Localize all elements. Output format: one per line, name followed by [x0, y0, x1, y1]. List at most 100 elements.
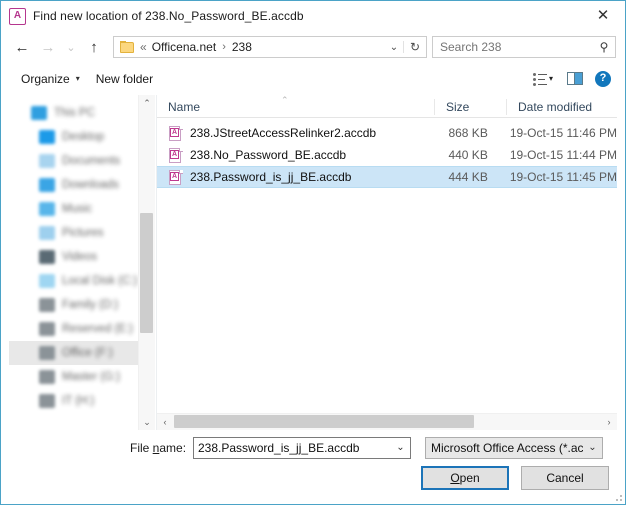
file-list-horizontal-scrollbar[interactable]: ‹ ›: [157, 413, 617, 430]
dialog-footer: File name: ⌄ Microsoft Office Access (*.…: [1, 430, 625, 504]
sidebar-item-label: Master (G:): [62, 371, 121, 383]
table-row[interactable]: A 238.JStreetAccessRelinker2.accdb 868 KB 1…: [157, 122, 617, 144]
file-name-text: 238.No_Password_BE.accdb: [190, 148, 347, 162]
open-label-accel: O: [450, 471, 460, 485]
file-type-filter-value: Microsoft Office Access (*.accd: [431, 440, 583, 455]
toolbar: Organize ▾ New folder ▾ ?: [1, 63, 625, 94]
file-type-chevron-down-icon[interactable]: ⌄: [583, 442, 602, 453]
table-row[interactable]: A 238.No_Password_BE.accdb 440 KB 19-Oct-15…: [157, 144, 617, 166]
file-date-cell: 19-Oct-15 11:44 PM: [509, 148, 617, 162]
file-name-text: 238.JStreetAccessRelinker2.accdb: [190, 126, 377, 140]
file-name-cell: A 238.JStreetAccessRelinker2.accdb: [157, 125, 427, 141]
cancel-button[interactable]: Cancel: [521, 466, 609, 490]
sidebar-item-pictures[interactable]: Pictures: [9, 221, 138, 245]
sidebar-item-reserved-e[interactable]: Reserved (E:): [9, 317, 138, 341]
close-icon[interactable]: ✕: [581, 1, 625, 30]
navigation-tree: This PC Desktop Documents Downloads Music Pic…: [9, 95, 138, 430]
file-name-cell: A 238.Password_is_jj_BE.accdb: [157, 169, 427, 185]
sidebar-item-documents[interactable]: Documents: [9, 149, 138, 173]
file-name-combo[interactable]: ⌄: [193, 436, 411, 459]
hscrollbar-thumb[interactable]: [174, 415, 474, 428]
address-bar[interactable]: « Officena.net › 238 ⌄ ↻: [113, 36, 427, 58]
sidebar-item-label: Office (F:): [62, 347, 113, 359]
table-row[interactable]: A 238.Password_is_jj_BE.accdb 444 KB 19-Oct…: [157, 166, 617, 188]
help-button[interactable]: ?: [589, 68, 617, 90]
breadcrumb: « Officena.net › 238: [140, 39, 385, 55]
sidebar-item-label: Videos: [62, 251, 97, 263]
sidebar-item-desktop[interactable]: Desktop: [9, 125, 138, 149]
access-icon-letter: A: [9, 7, 26, 25]
column-header-name[interactable]: Name: [157, 99, 435, 115]
file-type-filter-combo[interactable]: Microsoft Office Access (*.accd ⌄: [425, 436, 603, 459]
refresh-icon[interactable]: ↻: [403, 41, 426, 53]
forward-button[interactable]: →: [35, 34, 61, 60]
address-dropdown-icon[interactable]: ⌄: [385, 42, 403, 53]
file-name-text: 238.Password_is_jj_BE.accdb: [190, 170, 352, 184]
file-name-input[interactable]: [194, 439, 391, 456]
drive-icon: [39, 322, 55, 336]
sidebar-item-label: Music: [62, 203, 93, 215]
recent-locations-button[interactable]: ⌄: [61, 34, 81, 60]
sidebar-item-local-disk-c[interactable]: Local Disk (C:): [9, 269, 138, 293]
sidebar-item-music[interactable]: Music: [9, 197, 138, 221]
drive-icon: [39, 346, 55, 360]
sidebar-item-it-h[interactable]: IT (H:): [9, 389, 138, 413]
file-name-cell: A 238.No_Password_BE.accdb: [157, 147, 427, 163]
up-button[interactable]: ↑: [81, 34, 107, 60]
resize-grip[interactable]: [612, 491, 622, 501]
column-header-date[interactable]: Date modified: [507, 99, 617, 115]
scroll-up-icon[interactable]: ⌃: [139, 95, 155, 111]
scroll-right-icon[interactable]: ›: [601, 414, 617, 430]
file-name-label-pre: File: [130, 440, 153, 455]
scroll-down-icon[interactable]: ⌄: [139, 414, 155, 430]
search-box[interactable]: ⚲: [432, 36, 616, 58]
sidebar-item-label: Documents: [62, 155, 121, 167]
sidebar-item-family-d[interactable]: Family (D:): [9, 293, 138, 317]
preview-pane-button[interactable]: [561, 68, 589, 90]
breadcrumb-overflow[interactable]: «: [140, 40, 151, 54]
breadcrumb-separator: ›: [222, 41, 226, 53]
sidebar-item-label: Local Disk (C:): [62, 275, 138, 287]
file-size-cell: 868 KB: [448, 126, 488, 140]
file-name-chevron-down-icon[interactable]: ⌄: [391, 442, 410, 453]
sidebar-item-label: Reserved (E:): [62, 323, 133, 335]
local-disk-icon: [39, 274, 55, 288]
back-button[interactable]: ←: [9, 34, 35, 60]
access-file-icon: A: [169, 125, 183, 141]
organize-button[interactable]: Organize ▾: [13, 68, 88, 90]
folder-icon: [120, 40, 135, 54]
new-folder-button[interactable]: New folder: [88, 68, 161, 90]
chevron-down-icon: ▾: [75, 74, 80, 83]
toolbar-right-group: ▾ ?: [527, 68, 617, 90]
column-header-size[interactable]: Size: [435, 99, 507, 115]
sidebar-item-videos[interactable]: Videos: [9, 245, 138, 269]
sidebar-item-office-f[interactable]: Office (F:): [9, 341, 138, 365]
scrollbar-thumb[interactable]: [140, 213, 153, 333]
open-label-post: pen: [459, 471, 480, 485]
scroll-left-icon[interactable]: ‹: [157, 414, 173, 430]
window-title: Find new location of 238.No_Password_BE.…: [33, 9, 304, 23]
open-button[interactable]: Open: [421, 466, 509, 490]
file-name-label-post: ame:: [159, 440, 187, 455]
view-options-icon: [533, 72, 548, 86]
file-date-cell: 19-Oct-15 11:46 PM: [509, 126, 617, 140]
file-name-row: File name: ⌄ Microsoft Office Access (*.…: [1, 436, 625, 459]
navigation-pane: This PC Desktop Documents Downloads Music Pic…: [9, 95, 155, 430]
navigation-pane-scrollbar[interactable]: ⌃ ⌄: [138, 95, 155, 430]
sidebar-item-label: This PC: [54, 107, 95, 119]
sidebar-item-master-g[interactable]: Master (G:): [9, 365, 138, 389]
view-options-chevron-down-icon[interactable]: ▾: [549, 74, 553, 83]
search-input[interactable]: [433, 40, 593, 54]
drive-icon: [39, 298, 55, 312]
sidebar-item-label: Pictures: [62, 227, 104, 239]
file-open-dialog: A Find new location of 238.No_Password_B…: [0, 0, 626, 505]
preview-pane-icon: [567, 72, 583, 85]
column-headers: Name Size Date modified: [157, 95, 617, 118]
breadcrumb-item-0[interactable]: Officena.net: [151, 39, 218, 55]
dialog-buttons: Open Cancel: [1, 466, 625, 492]
sidebar-item-downloads[interactable]: Downloads: [9, 173, 138, 197]
breadcrumb-item-1[interactable]: 238: [231, 39, 253, 55]
access-file-icon: A: [169, 147, 183, 163]
desktop-icon: [39, 130, 55, 144]
sidebar-item-this-pc[interactable]: This PC: [9, 101, 138, 125]
